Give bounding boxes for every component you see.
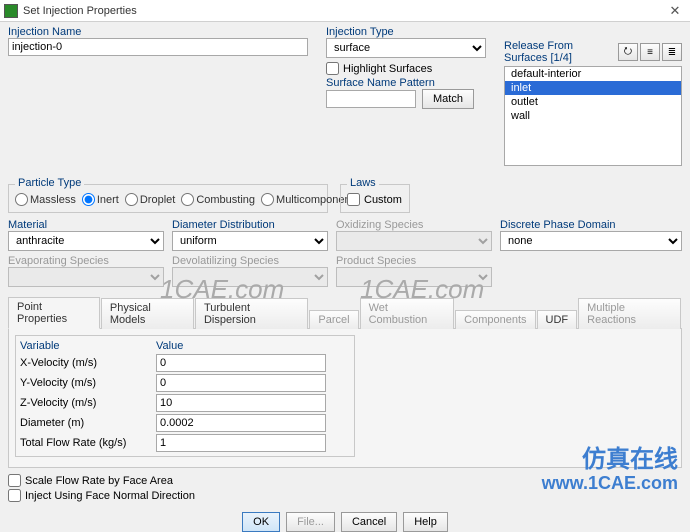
prop-var: Total Flow Rate (kg/s)	[20, 437, 150, 449]
scale-checkbox[interactable]	[8, 474, 21, 487]
scale-flow-check[interactable]: Scale Flow Rate by Face Area	[8, 474, 682, 487]
list-item[interactable]: default-interior	[505, 67, 681, 81]
prop-value-input[interactable]	[156, 434, 326, 452]
material-label: Material	[8, 219, 164, 231]
devolatilizing-select	[172, 267, 328, 287]
surface-pattern-label: Surface Name Pattern	[326, 77, 496, 89]
diameter-dist-label: Diameter Distribution	[172, 219, 328, 231]
material-select[interactable]: anthracite	[8, 231, 164, 251]
tab-point-properties[interactable]: Point Properties	[8, 297, 100, 329]
particle-type-label: Particle Type	[15, 177, 84, 189]
tab-wet-combustion: Wet Combustion	[360, 298, 455, 329]
laws-label: Laws	[347, 177, 379, 189]
laws-group: Laws Custom	[340, 184, 410, 213]
point-props-group: Variable Value X-Velocity (m/s) Y-Velocit…	[15, 335, 355, 457]
custom-checkbox[interactable]	[347, 193, 360, 206]
close-icon[interactable]: ✕	[664, 3, 686, 19]
tabstrip: Point Properties Physical Models Turbule…	[8, 297, 682, 329]
radio-inert[interactable]: Inert	[82, 193, 119, 206]
highlight-label: Highlight Surfaces	[343, 63, 432, 75]
injection-type-select[interactable]: surface	[326, 38, 486, 58]
diameter-dist-select[interactable]: uniform	[172, 231, 328, 251]
injection-name-label: Injection Name	[8, 26, 318, 38]
select-all-icon[interactable]: ⭮	[618, 43, 638, 61]
radio-combusting[interactable]: Combusting	[181, 193, 255, 206]
file-button[interactable]: File...	[286, 512, 335, 532]
footer-buttons: OK File... Cancel Help	[8, 512, 682, 532]
list-item[interactable]: inlet	[505, 81, 681, 95]
list-icon[interactable]: ≡	[640, 43, 660, 61]
injection-type-label: Injection Type	[326, 26, 496, 38]
prop-value-input[interactable]	[156, 354, 326, 372]
oxidizing-label: Oxidizing Species	[336, 219, 492, 231]
product-label: Product Species	[336, 255, 492, 267]
product-select	[336, 267, 492, 287]
prop-var: Diameter (m)	[20, 417, 150, 429]
prop-value-input[interactable]	[156, 414, 326, 432]
prop-value-input[interactable]	[156, 374, 326, 392]
ok-button[interactable]: OK	[242, 512, 280, 532]
prop-var: X-Velocity (m/s)	[20, 357, 150, 369]
discrete-domain-select[interactable]: none	[500, 231, 682, 251]
evaporating-select	[8, 267, 164, 287]
inject-checkbox[interactable]	[8, 489, 21, 502]
laws-custom-check[interactable]: Custom	[347, 193, 403, 206]
help-button[interactable]: Help	[403, 512, 448, 532]
surface-pattern-input[interactable]	[326, 90, 416, 108]
tab-multiple-reactions: Multiple Reactions	[578, 298, 681, 329]
tab-udf[interactable]: UDF	[537, 310, 578, 329]
injection-name-input[interactable]	[8, 38, 308, 56]
app-icon	[4, 4, 18, 18]
particle-type-group: Particle Type Massless Inert Droplet Com…	[8, 184, 328, 213]
evaporating-label: Evaporating Species	[8, 255, 164, 267]
tab-body: Variable Value X-Velocity (m/s) Y-Velocit…	[8, 328, 682, 468]
match-button[interactable]: Match	[422, 89, 474, 109]
prop-var: Y-Velocity (m/s)	[20, 377, 150, 389]
inject-normal-check[interactable]: Inject Using Face Normal Direction	[8, 489, 682, 502]
list-item[interactable]: wall	[505, 109, 681, 123]
titlebar: Set Injection Properties ✕	[0, 0, 690, 22]
highlight-checkbox[interactable]	[326, 62, 339, 75]
tab-physical-models[interactable]: Physical Models	[101, 298, 194, 329]
content-area: Injection Name Injection Type surface Hi…	[0, 22, 690, 526]
list-item[interactable]: outlet	[505, 95, 681, 109]
release-label: Release From Surfaces [1/4]	[504, 40, 616, 64]
oxidizing-select	[336, 231, 492, 251]
tab-parcel: Parcel	[309, 310, 358, 329]
cancel-button[interactable]: Cancel	[341, 512, 397, 532]
col-value: Value	[156, 340, 183, 352]
col-variable: Variable	[20, 340, 150, 352]
highlight-surfaces-check[interactable]: Highlight Surfaces	[326, 62, 496, 75]
window-title: Set Injection Properties	[23, 5, 664, 17]
prop-var: Z-Velocity (m/s)	[20, 397, 150, 409]
devolatilizing-label: Devolatilizing Species	[172, 255, 328, 267]
toggle-icon[interactable]: ≣	[662, 43, 682, 61]
discrete-domain-label: Discrete Phase Domain	[500, 219, 682, 231]
radio-droplet[interactable]: Droplet	[125, 193, 175, 206]
radio-massless[interactable]: Massless	[15, 193, 76, 206]
tab-turbulent-dispersion[interactable]: Turbulent Dispersion	[195, 298, 308, 329]
release-surface-list[interactable]: default-interior inlet outlet wall	[504, 66, 682, 166]
prop-value-input[interactable]	[156, 394, 326, 412]
tab-components: Components	[455, 310, 535, 329]
